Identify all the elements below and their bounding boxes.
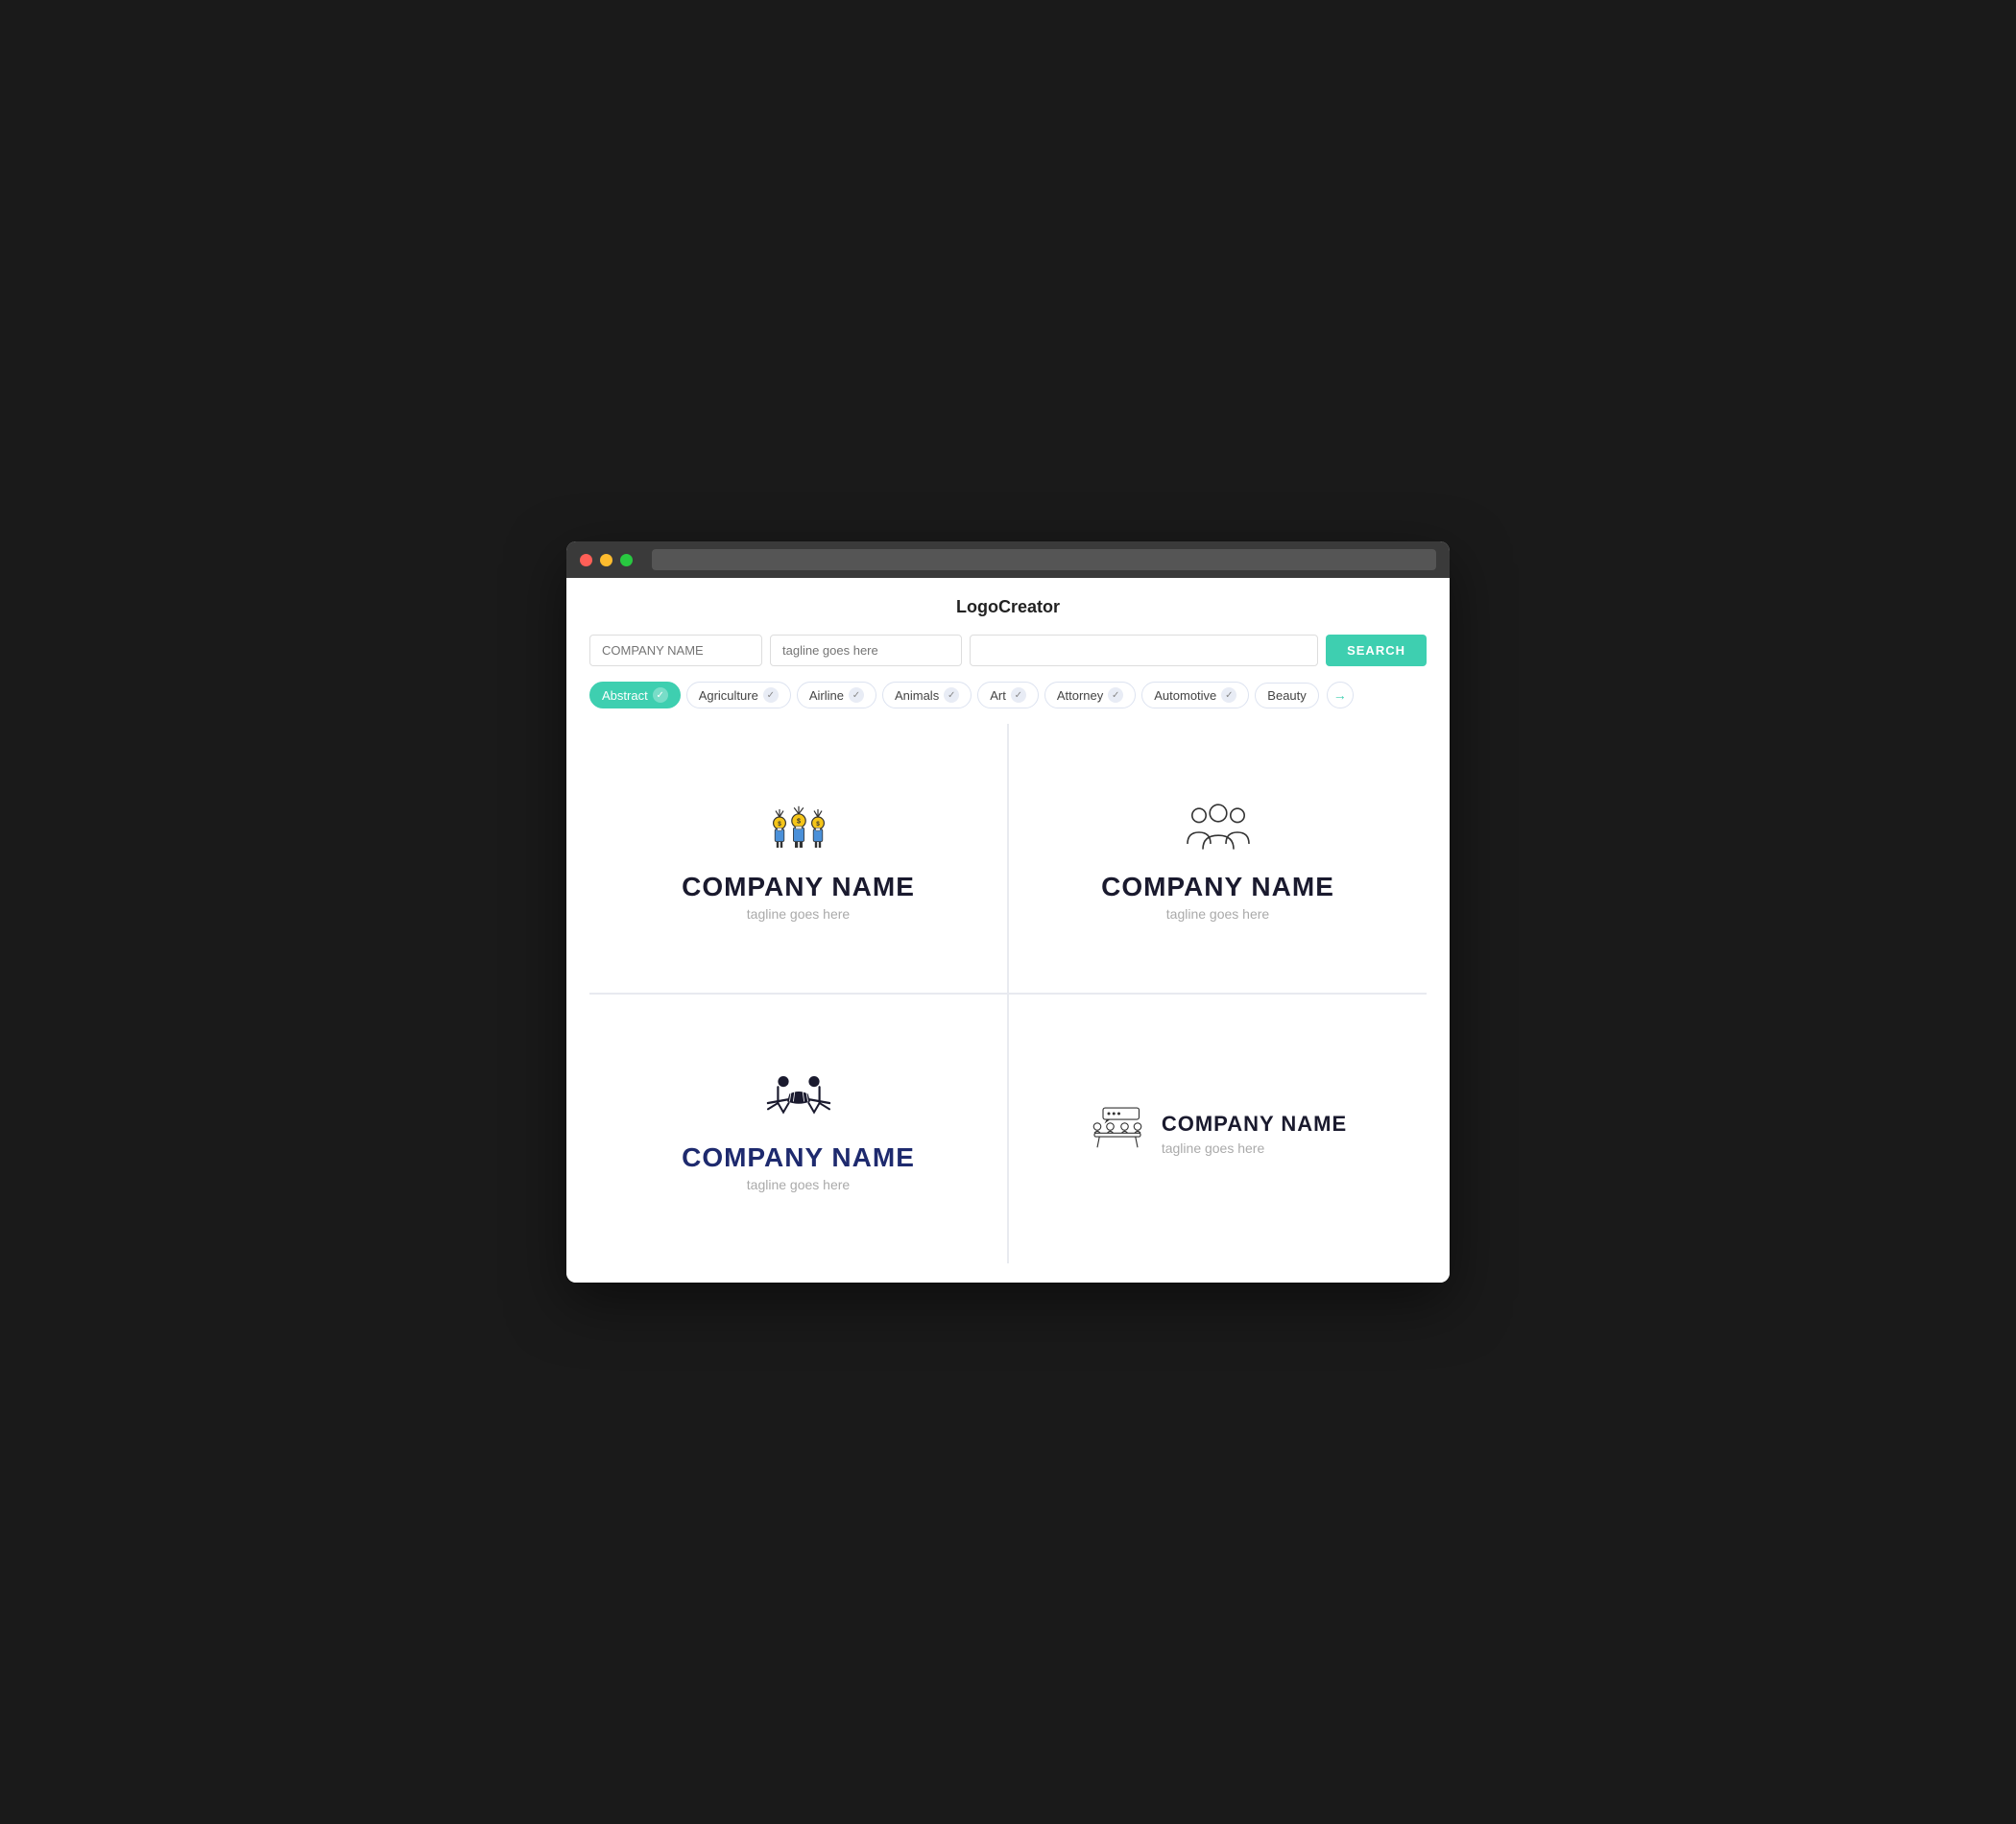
filter-chip-airline[interactable]: Airline ✓ (797, 682, 876, 708)
address-bar[interactable] (652, 549, 1436, 570)
check-icon-airline: ✓ (849, 687, 864, 703)
logo1-company-name: COMPANY NAME (682, 872, 915, 902)
tagline-input[interactable] (770, 635, 962, 666)
filter-chip-beauty[interactable]: Beauty (1255, 683, 1318, 708)
logo1-tagline: tagline goes here (747, 906, 850, 922)
logo4-company-name: COMPANY NAME (1162, 1112, 1347, 1137)
filter-chip-agriculture[interactable]: Agriculture ✓ (686, 682, 791, 708)
logo3-tagline: tagline goes here (747, 1177, 850, 1192)
svg-text:$: $ (778, 821, 781, 828)
close-button[interactable] (580, 554, 592, 566)
browser-window: LogoCreator SEARCH Abstract ✓ Agricultur… (566, 541, 1450, 1283)
logo4-tagline: tagline goes here (1162, 1140, 1347, 1156)
filter-chip-automotive[interactable]: Automotive ✓ (1141, 682, 1249, 708)
minimize-button[interactable] (600, 554, 612, 566)
check-icon-automotive: ✓ (1221, 687, 1236, 703)
logo-card-2[interactable]: COMPANY NAME tagline goes here (1009, 724, 1427, 993)
logo-card-3[interactable]: COMPANY NAME tagline goes here (589, 995, 1007, 1263)
logo-card-4[interactable]: COMPANY NAME tagline goes here (1009, 995, 1427, 1263)
search-button[interactable]: SEARCH (1326, 635, 1427, 666)
svg-text:$: $ (797, 816, 801, 825)
filter-chip-attorney[interactable]: Attorney ✓ (1044, 682, 1136, 708)
check-icon-animals: ✓ (944, 687, 959, 703)
logo-icon-1: $ $ (760, 795, 837, 862)
logo-grid: $ $ (589, 724, 1427, 1263)
filter-chip-art[interactable]: Art ✓ (977, 682, 1039, 708)
search-bar: SEARCH (589, 635, 1427, 666)
app-title: LogoCreator (589, 597, 1427, 617)
check-icon-attorney: ✓ (1108, 687, 1123, 703)
logo2-company-name: COMPANY NAME (1101, 872, 1334, 902)
check-icon-art: ✓ (1011, 687, 1026, 703)
filter-next-arrow[interactable]: → (1327, 682, 1354, 708)
filter-chip-animals[interactable]: Animals ✓ (882, 682, 972, 708)
logo4-text-group: COMPANY NAME tagline goes here (1162, 1102, 1347, 1156)
logo3-company-name: COMPANY NAME (682, 1142, 915, 1173)
check-icon-agriculture: ✓ (763, 687, 779, 703)
filter-label-beauty: Beauty (1267, 688, 1306, 703)
filter-label-attorney: Attorney (1057, 688, 1103, 703)
logo2-tagline: tagline goes here (1166, 906, 1269, 922)
filter-bar: Abstract ✓ Agriculture ✓ Airline ✓ Anima… (589, 682, 1427, 708)
app-content: LogoCreator SEARCH Abstract ✓ Agricultur… (566, 578, 1450, 1283)
logo-icon-2 (1180, 795, 1257, 862)
logo-card-1[interactable]: $ $ (589, 724, 1007, 993)
logo-icon-4 (1089, 1103, 1146, 1156)
filter-label-animals: Animals (895, 688, 939, 703)
filter-label-agriculture: Agriculture (699, 688, 758, 703)
filter-label-art: Art (990, 688, 1006, 703)
filter-label-abstract: Abstract (602, 688, 648, 703)
logo-icon-3 (760, 1066, 837, 1133)
maximize-button[interactable] (620, 554, 633, 566)
filter-label-airline: Airline (809, 688, 844, 703)
company-name-input[interactable] (589, 635, 762, 666)
filter-chip-abstract[interactable]: Abstract ✓ (589, 682, 681, 708)
browser-titlebar (566, 541, 1450, 578)
svg-text:$: $ (816, 821, 820, 828)
check-icon-abstract: ✓ (653, 687, 668, 703)
filter-label-automotive: Automotive (1154, 688, 1216, 703)
keyword-input[interactable] (970, 635, 1318, 666)
